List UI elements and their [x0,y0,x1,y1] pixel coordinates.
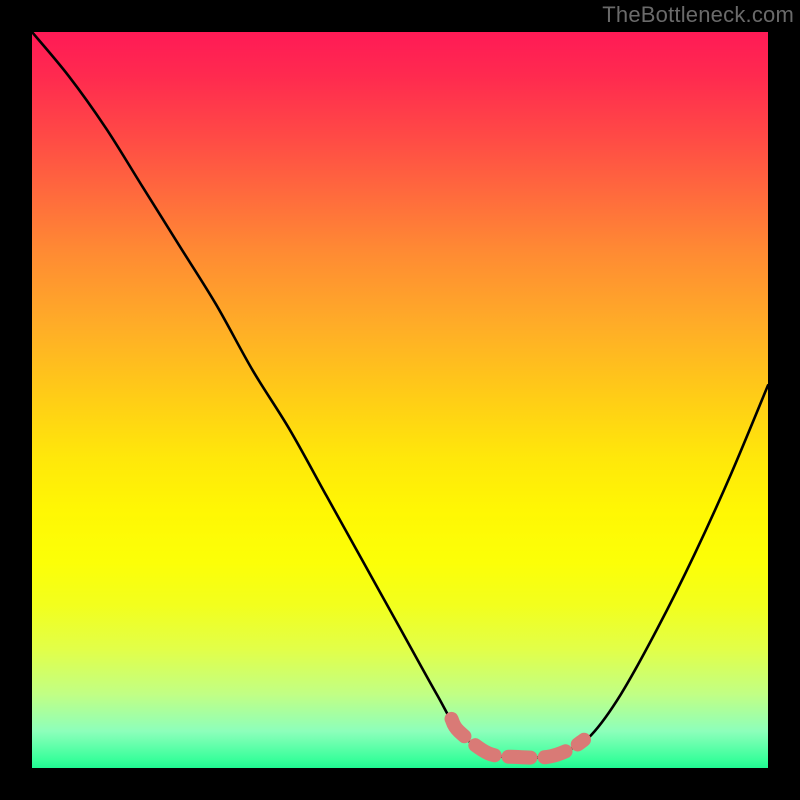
plot-area [32,32,768,768]
watermark-text: TheBottleneck.com [602,2,794,28]
chart-frame: TheBottleneck.com [0,0,800,800]
curve-svg [32,32,768,768]
highlight-valley-segment [452,719,584,758]
bottleneck-curve-line [32,32,768,758]
